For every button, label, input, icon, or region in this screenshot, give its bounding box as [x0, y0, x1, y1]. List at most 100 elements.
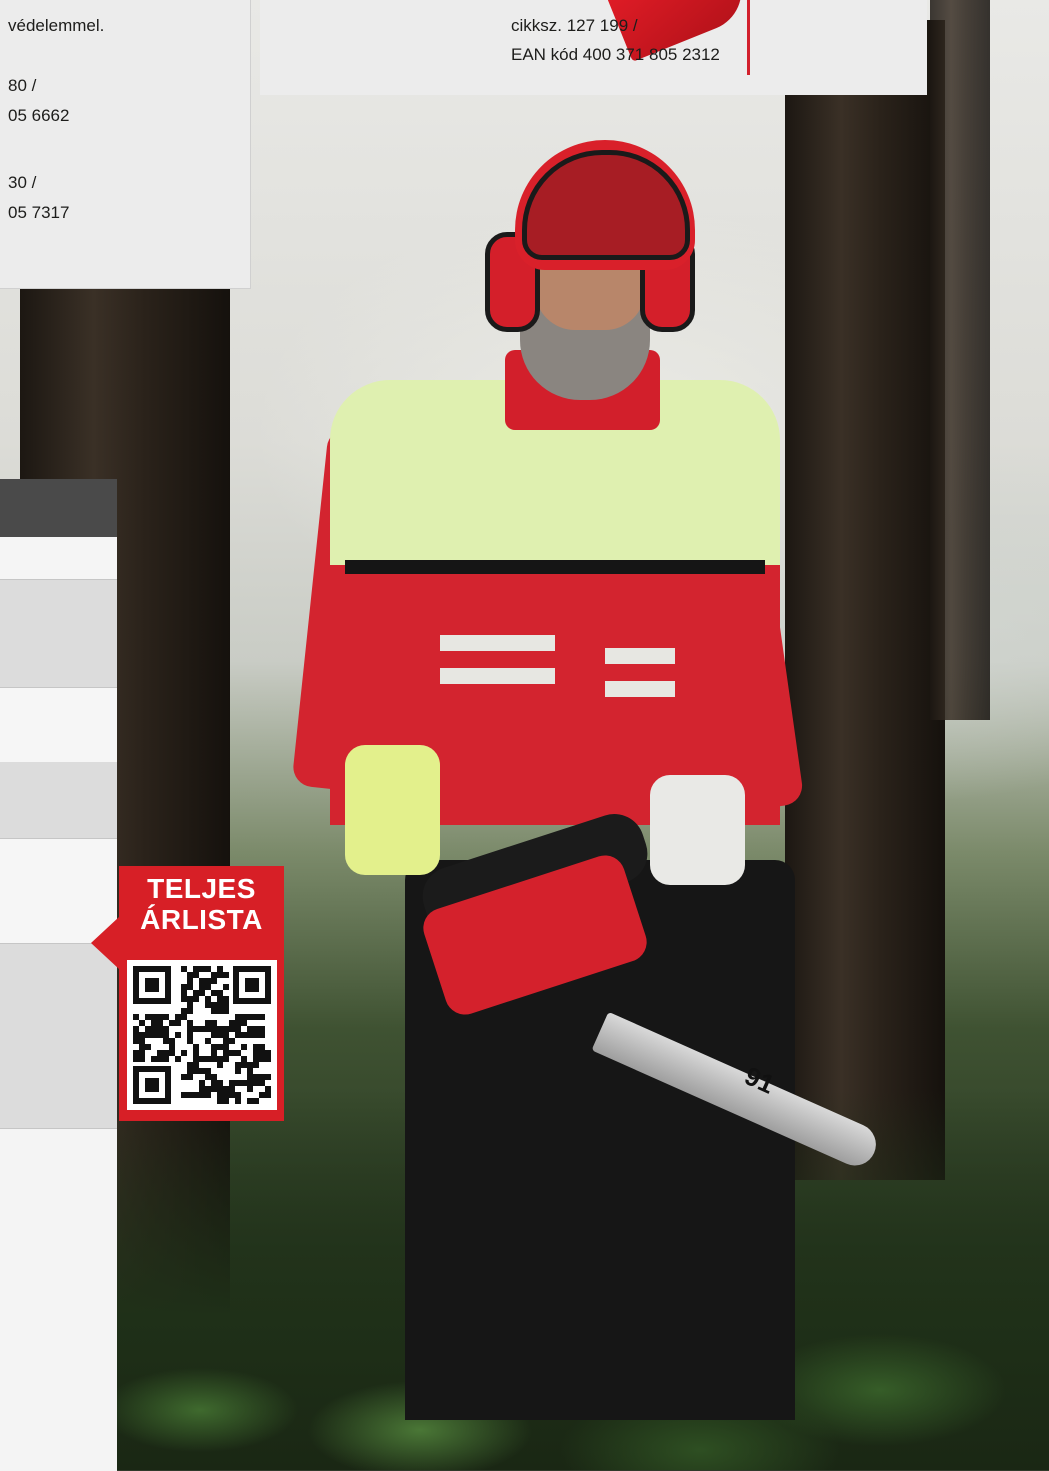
qr-module [253, 1014, 259, 1020]
qr-module [241, 1032, 247, 1038]
qr-module [211, 1002, 217, 1008]
qr-module [265, 1056, 271, 1062]
qr-module [157, 1020, 163, 1026]
qr-module [253, 1044, 259, 1050]
qr-module [223, 1050, 229, 1056]
qr-module [223, 1032, 229, 1038]
qr-module [181, 1050, 187, 1056]
qr-module [229, 1020, 235, 1026]
qr-module [253, 1098, 259, 1104]
qr-module [217, 1026, 223, 1032]
qr-module [235, 1020, 241, 1026]
qr-module [223, 1002, 229, 1008]
qr-module [157, 1056, 163, 1062]
ean-code-text: EAN kód 400 371 805 2312 [511, 45, 720, 64]
qr-module [265, 1050, 271, 1056]
qr-module [151, 1032, 157, 1038]
qr-module [169, 1050, 175, 1056]
qr-module [193, 1044, 199, 1050]
qr-module [193, 972, 199, 978]
table-row [0, 762, 117, 838]
price-list-line2: ÁRLISTA [140, 904, 263, 935]
qr-module [193, 1056, 199, 1062]
qr-module [157, 1014, 163, 1020]
qr-module [235, 1080, 241, 1086]
qr-module [241, 1080, 247, 1086]
qr-module [145, 1026, 151, 1032]
qr-module [211, 1026, 217, 1032]
qr-module [223, 1038, 229, 1044]
qr-module [205, 978, 211, 984]
qr-module [133, 1014, 139, 1020]
ean-code-text: 05 7317 [8, 203, 70, 222]
qr-module [217, 1098, 223, 1104]
qr-module [151, 1014, 157, 1020]
qr-module [145, 1014, 151, 1020]
qr-module [265, 1092, 271, 1098]
info-box-left: védelemmel. 80 / 05 6662 30 / 05 7317 [0, 0, 251, 289]
qr-module [217, 1002, 223, 1008]
qr-module [175, 1032, 181, 1038]
table-row [0, 579, 117, 688]
qr-module [199, 984, 205, 990]
qr-module [217, 972, 223, 978]
qr-module [169, 1044, 175, 1050]
qr-module [163, 1014, 169, 1020]
qr-module [193, 1026, 199, 1032]
qr-module [187, 1020, 193, 1026]
qr-module [133, 1038, 139, 1044]
qr-module [187, 1068, 193, 1074]
qr-module [223, 1044, 229, 1050]
qr-module [205, 1002, 211, 1008]
qr-module [217, 996, 223, 1002]
qr-module [163, 1056, 169, 1062]
qr-module [193, 1050, 199, 1056]
qr-module [199, 1056, 205, 1062]
qr-module [223, 1092, 229, 1098]
tree-trunk-right [785, 20, 945, 1180]
glove-left [345, 745, 440, 875]
qr-module [217, 1032, 223, 1038]
qr-module [205, 1056, 211, 1062]
qr-module [235, 1092, 241, 1098]
table-row [0, 687, 117, 763]
qr-module [241, 1062, 247, 1068]
qr-module [199, 1086, 205, 1092]
qr-module [223, 1056, 229, 1062]
qr-module [229, 1080, 235, 1086]
qr-module [133, 1026, 139, 1032]
qr-module [205, 1074, 211, 1080]
qr-module [247, 1026, 253, 1032]
qr-module [235, 1026, 241, 1032]
qr-module [247, 1068, 253, 1074]
qr-module [247, 1098, 253, 1104]
qr-module [181, 984, 187, 990]
table-header [0, 479, 117, 537]
price-list-label[interactable]: TELJES ÁRLISTA [119, 873, 284, 935]
qr-module [187, 1008, 193, 1014]
qr-module [253, 1074, 259, 1080]
info-box-center: cikksz. 127 199 / EAN kód 400 371 805 23… [260, 0, 927, 95]
qr-module [205, 1026, 211, 1032]
qr-module [211, 1032, 217, 1038]
qr-module [181, 990, 187, 996]
qr-module [163, 1038, 169, 1044]
qr-code-icon[interactable] [127, 960, 277, 1110]
qr-module [199, 990, 205, 996]
qr-module [223, 1008, 229, 1014]
qr-module [253, 1050, 259, 1056]
qr-module [265, 1074, 271, 1080]
qr-module [145, 1032, 151, 1038]
qr-module [145, 1044, 151, 1050]
table-row [0, 1128, 117, 1471]
reflective-stripe [605, 648, 675, 664]
qr-module [157, 1050, 163, 1056]
reflective-stripe [440, 668, 555, 684]
qr-module [229, 1038, 235, 1044]
jacket-trim [345, 560, 765, 574]
qr-module [205, 966, 211, 972]
qr-module [199, 1026, 205, 1032]
qr-module [199, 1080, 205, 1086]
callout-pointer [91, 917, 119, 969]
price-list-line1: TELJES [147, 873, 256, 904]
